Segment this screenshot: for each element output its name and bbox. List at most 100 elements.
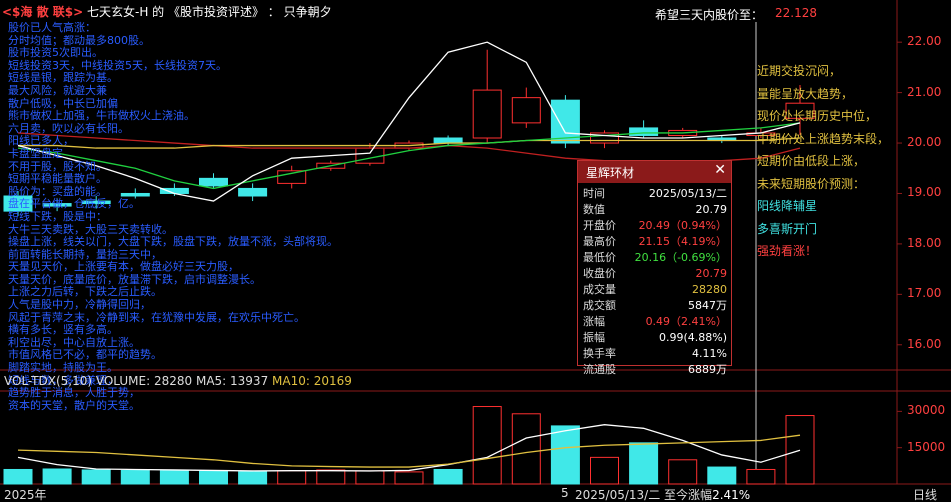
note-line: 熊市做权上加强，牛市做权火上浇油。 [8, 109, 195, 123]
analysis-line: 现价处长期历史中位， [757, 109, 878, 123]
popup-value: 4.11% [692, 346, 727, 360]
volume-bar [316, 469, 346, 485]
popup-row: 成交额 5847万 [578, 297, 731, 313]
alliance-tag: <$海 散 联$> [2, 5, 84, 19]
volume-ma10: MA10: 20169 [272, 374, 352, 388]
note-line: 天量见天价，上涨要有本，做盘必好三天力股， [8, 260, 239, 274]
cursor-info: 2025/05/13/二 至今涨幅2.41% [575, 486, 750, 502]
candle-body [629, 127, 659, 136]
volume-bar [511, 413, 541, 485]
candle-body [511, 97, 541, 124]
volume-bar [746, 468, 776, 485]
analysis-line: 近期交投沉闷， [757, 64, 842, 78]
popup-row: 时间 2025/05/13/二 [578, 185, 731, 201]
analysis-line: 强劲看涨！ [757, 244, 818, 258]
volume-bar [550, 425, 580, 485]
note-line: 股市投资5次即出。 [8, 46, 103, 60]
popup-key: 振幅 [583, 331, 605, 344]
popup-data-table: 时间 2025/05/13/二数值 20.79 开盘价 20.49（0.94%） 最高价 2… [578, 185, 731, 377]
price-tick-label: 18.00 [907, 235, 942, 250]
note-line: 操盘上涨，线关以门，大盘下跌，股盘下跌，放量不涨，头部将现。 [8, 235, 338, 249]
popup-key: 时间 [583, 187, 605, 200]
volume-tick-label: 30000 [907, 403, 946, 418]
popup-value: 0.49（2.41%） [645, 315, 727, 328]
popup-value: 28280 [692, 282, 727, 296]
indicator-name[interactable]: VOL-TDX(5,10) [4, 374, 92, 388]
popup-value: 21.15（4.19%） [638, 235, 727, 248]
gain-label: 至今涨幅 [664, 488, 713, 502]
investment-notes: 股价已人气高涨： 分时均值；都动最多800股。 股市投资5次即出。 短线投资3天，中线… [8, 21, 338, 412]
volume-bar [120, 469, 150, 485]
popup-key: 成交量 [583, 283, 616, 296]
volume-bar [277, 470, 307, 485]
popup-value: 0.99(4.88%) [658, 330, 727, 344]
analysis-line: 短期价由低段上涨， [757, 154, 866, 168]
close-icon[interactable]: ✕ [714, 162, 726, 178]
volume-bar [159, 470, 189, 485]
popup-key: 成交额 [583, 299, 616, 312]
popup-value: 5847万 [688, 299, 727, 312]
trend-analysis: 近期交投沉闷， 量能呈放大趋势， 现价处长期历史中位， 中期价处上涨趋势末段， 短期价由… [757, 60, 907, 263]
popup-row: 流通股 6889万 [578, 361, 731, 377]
popup-key: 开盘价 [583, 219, 616, 232]
popup-key: 收盘价 [583, 267, 616, 280]
stock-chart-window[interactable]: <$海 散 联$> 七天玄女-H 的 《股市投资评述》 ： 只争朝夕 希望三天内… [0, 0, 951, 502]
volume-bars [3, 406, 815, 485]
popup-key: 数值 [583, 203, 605, 216]
analysis-line: 未来短期股价预测： [757, 176, 866, 191]
analysis-line: 中期价处上涨趋势末段， [757, 131, 890, 146]
note-line: 卡盘坚盘定 [8, 146, 63, 160]
popup-key: 流通股 [583, 363, 616, 376]
note-line: 短线下跌，股是中： [8, 209, 107, 223]
popup-value: 20.49（0.94%） [638, 219, 727, 232]
price-tick-label: 22.00 [907, 34, 942, 49]
cursor-date: 2025/05/13/二 [575, 488, 661, 502]
popup-row: 最高价 21.15（4.19%） [578, 233, 731, 249]
volume-value: VOLUME: 28280 [95, 374, 193, 388]
popup-key: 换手率 [583, 347, 616, 360]
volume-indicator-header[interactable]: VOL-TDX(5,10) VOLUME: 28280 MA5: 13937 M… [4, 374, 352, 388]
popup-value: 6889万 [688, 363, 727, 376]
popup-value: 20.79 [695, 202, 728, 216]
popup-row: 收盘价 20.79 [578, 265, 731, 281]
candle-body [433, 137, 463, 144]
analysis-line: 阳线降辅星 [757, 199, 818, 213]
analysis-line: 多喜斯开门 [757, 221, 818, 236]
volume-bar [238, 471, 268, 485]
popup-key: 最低价 [583, 251, 616, 264]
popup-value: 2025/05/13/二 [648, 187, 727, 200]
note-line: 脚踏实地，持股为王。 [8, 361, 118, 375]
note-line: 股价已人气高涨： [8, 21, 96, 34]
popup-row: 最低价 20.16（-0.69%） [578, 249, 731, 265]
target-price-label: 希望三天内股价至： [655, 8, 764, 22]
popup-row: 换手率 4.11% [578, 345, 731, 361]
popup-title: 星辉环材 [586, 166, 635, 180]
note-line: 最大风险，就避大兼 [8, 83, 107, 97]
year-label: 2025年 [4, 488, 47, 502]
popup-key: 涨幅 [583, 315, 605, 328]
popup-key: 最高价 [583, 235, 616, 248]
volume-bar [394, 471, 424, 485]
popup-value: 20.16（-0.69%） [634, 251, 727, 264]
popup-row: 数值 20.79 [578, 201, 731, 217]
volume-bar [81, 469, 111, 485]
popup-header[interactable]: 星辉环材 ✕ [578, 161, 731, 183]
volume-bar [433, 468, 463, 485]
volume-bar [42, 468, 72, 485]
target-price-value: 22.128 [775, 6, 817, 20]
price-tick-label: 21.00 [907, 84, 942, 99]
note-line: 资本的天堂，散户的天堂。 [8, 398, 140, 412]
volume-bar [707, 466, 737, 485]
gain-value: 2.41% [712, 488, 751, 502]
volume-tick-label: 15000 [907, 439, 946, 454]
volume-bar [590, 456, 619, 485]
stock-info-popup[interactable]: 星辉环材 ✕ 时间 2025/05/13/二数值 20.79 开盘价 20.49（0.9… [577, 160, 732, 376]
price-tick-label: 19.00 [907, 185, 942, 200]
volume-bar [785, 415, 815, 485]
note-line: 趋势胜于消息，人胜于势， [8, 386, 140, 400]
popup-row: 涨幅 0.49（2.41%） [578, 313, 731, 329]
stock-title: <$海 散 联$> 七天玄女-H 的 《股市投资评述》 ： 只争朝夕 [2, 3, 332, 23]
period-selector[interactable]: 日线 [913, 486, 937, 502]
analysis-line: 量能呈放大趋势， [757, 86, 854, 101]
popup-value: 20.79 [695, 266, 728, 280]
